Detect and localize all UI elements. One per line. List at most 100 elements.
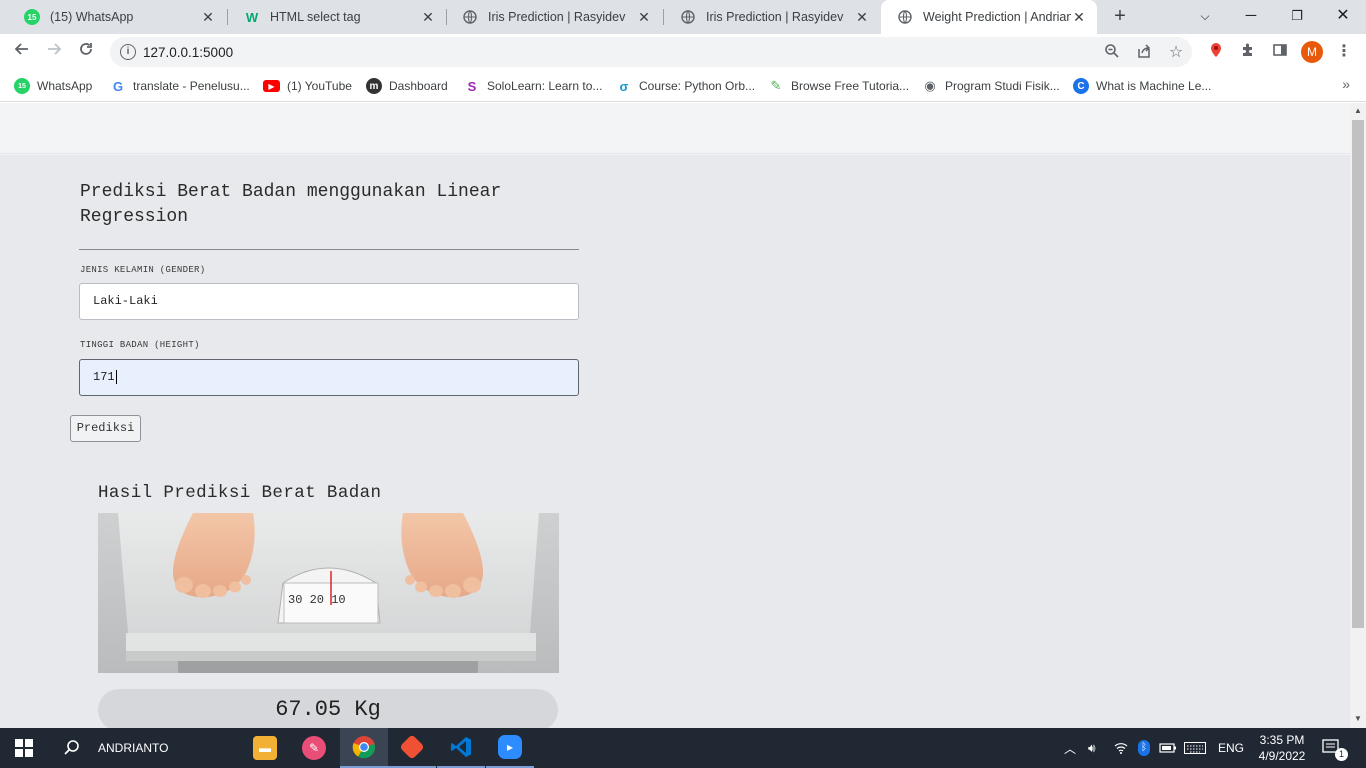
bookmark-item[interactable]: σ Course: Python Orb...	[616, 76, 756, 96]
scroll-down-arrow-icon[interactable]: ▼	[1350, 712, 1366, 726]
clock-time: 3:35 PM	[1259, 733, 1305, 747]
tab-whatsapp[interactable]: 15 (15) WhatsApp ✕	[8, 0, 226, 34]
system-clock[interactable]: 3:35 PM 4/9/2022	[1252, 732, 1312, 764]
minimize-button[interactable]: ─	[1228, 0, 1274, 34]
taskbar-zoom[interactable]: ▸	[486, 728, 534, 768]
divider	[79, 249, 579, 250]
bookmark-label: Course: Python Orb...	[639, 79, 756, 93]
bookmark-item[interactable]: ▶ (1) YouTube	[263, 76, 352, 96]
tab-title: (15) WhatsApp	[50, 10, 134, 24]
paint-icon: ✎	[302, 736, 326, 760]
folder-icon: ▬	[253, 736, 277, 760]
taskbar-search-text[interactable]: ANDRIANTO	[98, 728, 238, 768]
tab-title: HTML select tag	[270, 10, 361, 24]
close-tab-icon[interactable]: ✕	[200, 9, 216, 26]
bookmark-item[interactable]: 15 WhatsApp	[14, 76, 92, 96]
browser-toolbar: i 127.0.0.1:5000 ☆ ⋮	[0, 34, 1366, 70]
volume-icon[interactable]: 🔊︎	[1088, 728, 1096, 768]
windows-taskbar: ANDRIANTO ▬ ✎ ▸ ︿ 🔊︎ ᛒ ENG 3:35 PM 4/9/2…	[0, 728, 1366, 768]
zoom-video-icon: ▸	[498, 735, 522, 759]
bookmark-item[interactable]: m Dashboard	[366, 76, 448, 96]
taskbar-paint[interactable]: ✎	[290, 728, 338, 768]
forward-arrow-icon	[48, 43, 62, 55]
forward-button[interactable]	[41, 39, 67, 65]
bookmark-item[interactable]: S SoloLearn: Learn to...	[464, 76, 603, 96]
new-tab-button[interactable]: +	[1108, 5, 1132, 29]
profile-avatar[interactable]: M	[1301, 41, 1323, 63]
extensions-puzzle-icon[interactable]	[1238, 42, 1258, 62]
predict-button[interactable]: Prediksi	[70, 415, 141, 442]
gender-label: JENIS KELAMIN (GENDER)	[80, 265, 206, 275]
page-title: Prediksi Berat Badan menggunakan Linear …	[80, 182, 502, 227]
bookmarks-bar: 15 WhatsApp G translate - Penelusu... ▶ …	[0, 70, 1366, 102]
tab-iris-1[interactable]: Iris Prediction | Rasyidev ✕	[446, 0, 662, 34]
address-bar[interactable]: i 127.0.0.1:5000 ☆	[110, 37, 1192, 67]
search-button[interactable]	[48, 728, 96, 768]
zoom-icon[interactable]	[1102, 43, 1122, 63]
tab-iris-2[interactable]: Iris Prediction | Rasyidev ✕	[664, 0, 880, 34]
bookmark-label: translate - Penelusu...	[133, 79, 250, 93]
bookmark-item[interactable]: ◉ Program Studi Fisik...	[922, 76, 1059, 96]
bookmark-item[interactable]: C What is Machine Le...	[1073, 76, 1211, 96]
tab-strip: 15 (15) WhatsApp ✕ W HTML select tag ✕ I…	[0, 0, 1366, 34]
gender-select[interactable]: Laki-Laki	[79, 283, 579, 320]
start-button[interactable]	[0, 728, 48, 768]
taskbar-chrome[interactable]	[340, 728, 388, 768]
bookmark-label: What is Machine Le...	[1096, 79, 1212, 93]
tab-weight-prediction[interactable]: Weight Prediction | Andrianto ✕	[881, 0, 1097, 34]
tab-search-icon[interactable]: ⌵	[1182, 0, 1228, 34]
tab-html-select[interactable]: W HTML select tag ✕	[228, 0, 446, 34]
side-panel-icon[interactable]	[1270, 42, 1290, 62]
tab-title: Weight Prediction | Andrianto	[923, 10, 1071, 24]
taskbar-file-explorer[interactable]: ▬	[241, 728, 289, 768]
close-tab-icon[interactable]: ✕	[1071, 9, 1087, 26]
language-indicator[interactable]: ENG	[1218, 728, 1244, 768]
reload-icon	[80, 43, 92, 55]
touch-keyboard-icon[interactable]	[1184, 728, 1206, 768]
reload-button[interactable]	[73, 39, 99, 65]
globe-icon	[897, 9, 913, 25]
bluetooth-icon[interactable]: ᛒ	[1138, 728, 1150, 768]
site-info-icon[interactable]: i	[120, 44, 136, 60]
close-tab-icon[interactable]: ✕	[854, 9, 870, 26]
w3schools-icon: W	[245, 9, 259, 25]
close-window-button[interactable]: ✕	[1320, 0, 1366, 34]
battery-icon[interactable]	[1159, 728, 1177, 768]
tab-title: Iris Prediction | Rasyidev	[488, 10, 626, 24]
close-tab-icon[interactable]: ✕	[636, 9, 652, 26]
scroll-up-arrow-icon[interactable]: ▲	[1350, 104, 1366, 118]
bookmark-label: Dashboard	[389, 79, 448, 93]
height-input[interactable]: 171	[79, 359, 579, 396]
share-icon[interactable]	[1134, 43, 1154, 63]
taskbar-git[interactable]	[388, 728, 436, 768]
sololearn-icon: S	[467, 78, 477, 94]
gender-value: Laki-Laki	[93, 294, 158, 308]
back-button[interactable]	[9, 39, 35, 65]
bookmark-item[interactable]: G translate - Penelusu...	[110, 76, 250, 96]
windows-logo-icon	[15, 739, 33, 757]
show-hidden-icons[interactable]: ︿	[1064, 728, 1076, 768]
more-bookmarks-icon[interactable]: »	[1342, 76, 1350, 92]
maps-extension-icon[interactable]	[1206, 42, 1226, 62]
clock-date: 4/9/2022	[1258, 749, 1306, 763]
maximize-button[interactable]: ❐	[1274, 0, 1320, 34]
whatsapp-icon: 15	[24, 9, 40, 25]
bookmark-item[interactable]: ✎ Browse Free Tutoria...	[768, 76, 910, 96]
notification-center[interactable]: 1	[1322, 728, 1348, 768]
bookmark-star-icon[interactable]: ☆	[1166, 43, 1186, 63]
prediction-result: 67.05 Kg	[98, 689, 558, 728]
chrome-icon	[352, 736, 376, 759]
whatsapp-icon: 15	[14, 78, 30, 94]
taskbar-vscode[interactable]	[437, 728, 485, 768]
wifi-icon[interactable]	[1114, 728, 1128, 768]
back-arrow-icon	[14, 43, 28, 55]
dashboard-icon: m	[366, 78, 382, 94]
menu-kebab-icon[interactable]: ⋮	[1334, 42, 1354, 62]
bookmark-label: WhatsApp	[37, 79, 93, 93]
svg-text:30 20 10: 30 20 10	[288, 593, 346, 607]
scrollbar-thumb[interactable]	[1352, 120, 1364, 628]
tutorial-icon: ✎	[770, 78, 782, 93]
page-header-band	[0, 103, 1350, 154]
scale-photo: 30 20 10	[98, 513, 559, 673]
close-tab-icon[interactable]: ✕	[420, 9, 436, 26]
